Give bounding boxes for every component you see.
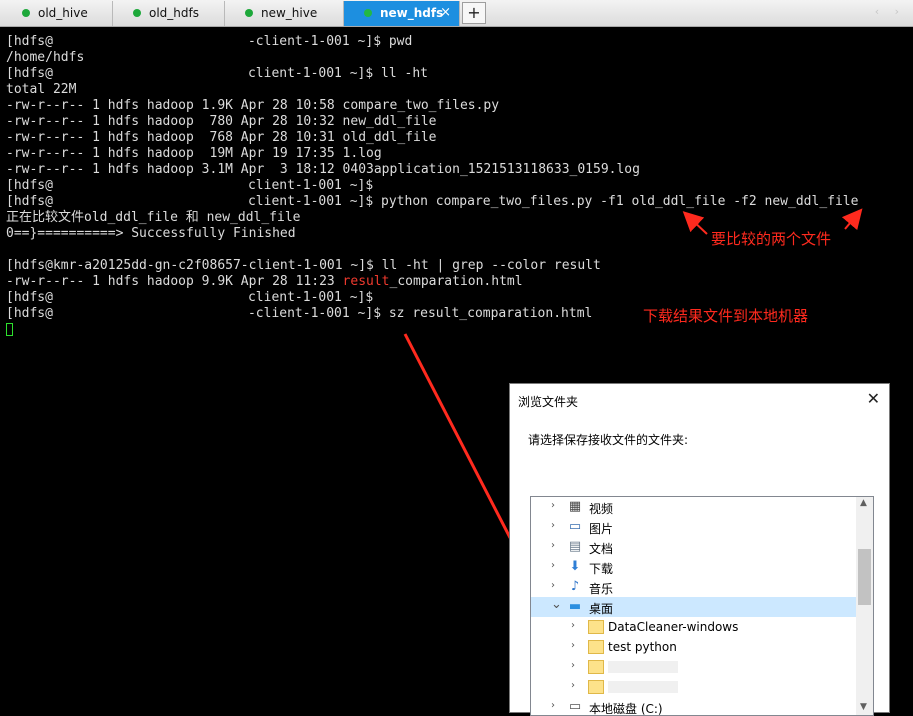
- chevron-right-icon[interactable]: ›: [551, 520, 555, 531]
- scroll-down-icon[interactable]: ▼: [860, 702, 867, 712]
- tree-item[interactable]: › test python: [531, 637, 857, 657]
- tree-item-label: 视频: [589, 502, 614, 516]
- chevron-right-icon[interactable]: ›: [571, 680, 575, 691]
- tree-item-label: 文档: [589, 542, 614, 556]
- folder-icon: [588, 660, 604, 674]
- scroll-up-icon[interactable]: ▲: [860, 498, 867, 508]
- redacted-folder-name: [608, 681, 678, 693]
- tree-item[interactable]: ⌄ ▬ 桌面: [531, 597, 857, 617]
- desktop-icon: ▬: [568, 599, 582, 614]
- folder-icon: [588, 680, 604, 694]
- chevron-down-icon[interactable]: ⌄: [551, 597, 562, 612]
- browse-folder-dialog: 浏览文件夹 ✕ 请选择保存接收文件的文件夹: › ▭ 本地磁盘 (C:) › › › tes…: [509, 383, 890, 716]
- dialog-prompt: 请选择保存接收文件的文件夹:: [528, 433, 689, 447]
- folder-icon: [588, 620, 604, 634]
- documents-icon: ▤: [568, 539, 582, 554]
- chevron-right-icon[interactable]: ›: [551, 500, 555, 511]
- chevron-right-icon[interactable]: ›: [571, 640, 575, 651]
- drive-icon: ▭: [568, 699, 582, 714]
- folder-tree[interactable]: › ▭ 本地磁盘 (C:) › › › test python › DataCleaner-wi…: [530, 496, 874, 716]
- dialog-title: 浏览文件夹: [518, 395, 579, 409]
- tree-item-label: test python: [608, 640, 677, 654]
- tree-item[interactable]: › ▭ 图片: [531, 517, 857, 537]
- arrow-to-old-ddl: [682, 211, 708, 235]
- tree-item[interactable]: › ▭ 本地磁盘 (C:): [531, 697, 857, 716]
- tree-item[interactable]: › ▤ 文档: [531, 537, 857, 557]
- tree-item-label: DataCleaner-windows: [608, 620, 739, 634]
- download-note: 下载结果文件到本地机器: [643, 307, 809, 325]
- tree-item-label: 音乐: [589, 582, 614, 596]
- tree-item[interactable]: › DataCleaner-windows: [531, 617, 857, 637]
- tree-item-label: 本地磁盘 (C:): [589, 702, 663, 716]
- tree-item[interactable]: ›: [531, 677, 857, 697]
- chevron-right-icon[interactable]: ›: [571, 660, 575, 671]
- redacted-folder-name: [608, 661, 678, 673]
- chevron-right-icon[interactable]: ›: [571, 620, 575, 631]
- chevron-right-icon[interactable]: ›: [551, 700, 555, 711]
- folder-icon: [588, 640, 604, 654]
- tree-item-label: 桌面: [589, 602, 614, 616]
- tree-scrollbar[interactable]: ▲ ▼: [856, 497, 873, 715]
- download-icon: ⬇: [569, 559, 581, 574]
- arrow-to-new-ddl: [841, 208, 863, 231]
- tree-item-label: 图片: [589, 522, 614, 536]
- chevron-right-icon[interactable]: ›: [551, 540, 555, 551]
- tree-item[interactable]: › ♪ 音乐: [531, 577, 857, 597]
- tree-item-label: 下载: [589, 562, 614, 576]
- chevron-right-icon[interactable]: ›: [551, 560, 555, 571]
- pictures-icon: ▭: [568, 519, 582, 534]
- music-icon: ♪: [570, 579, 580, 594]
- tree-item[interactable]: › ⬇ 下载: [531, 557, 857, 577]
- scroll-thumb[interactable]: [858, 549, 871, 605]
- compare-files-note: 要比较的两个文件: [711, 230, 832, 248]
- close-icon[interactable]: ✕: [867, 389, 880, 408]
- chevron-right-icon[interactable]: ›: [551, 580, 555, 591]
- tree-item[interactable]: ›: [531, 657, 857, 677]
- video-icon: ▦: [568, 499, 582, 514]
- tree-item[interactable]: › ▦ 视频: [531, 497, 857, 517]
